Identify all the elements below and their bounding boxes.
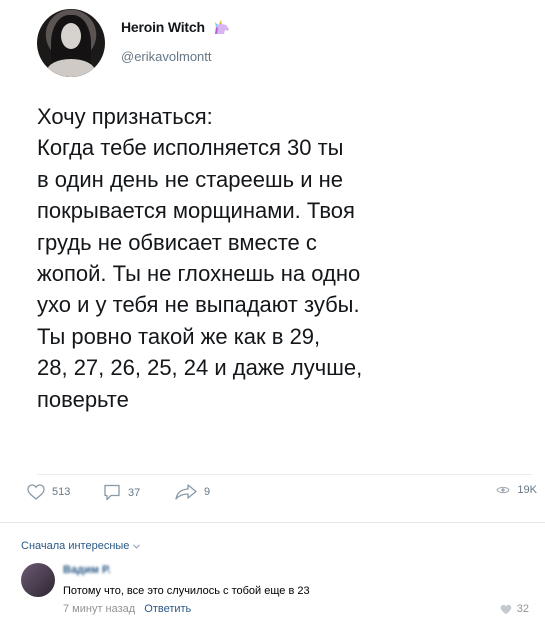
- chevron-down-icon: [133, 543, 141, 549]
- heart-icon: [500, 604, 512, 614]
- views-count: 19K: [517, 484, 537, 496]
- tweet-divider: [37, 474, 532, 475]
- author-handle[interactable]: @erikavolmontt: [121, 49, 212, 64]
- comment-count: 37: [128, 486, 141, 499]
- author-name-text: Heroin Witch: [121, 19, 205, 35]
- tweet-actions: 513 37 9 19K: [27, 484, 537, 510]
- unicorn-icon: [214, 20, 229, 34]
- avatar-shoulder: [47, 59, 95, 77]
- section-divider: [0, 522, 545, 523]
- comments-sort-label: Сначала интересные: [21, 540, 130, 552]
- share-action[interactable]: 9: [175, 484, 210, 500]
- views-counter: 19K: [496, 484, 537, 496]
- comment-action[interactable]: 37: [103, 484, 140, 501]
- comment-time[interactable]: 7 минут назад: [63, 603, 135, 615]
- eye-icon: [496, 486, 511, 494]
- author-name[interactable]: Heroin Witch: [121, 19, 231, 35]
- comments-sort-dropdown[interactable]: Сначала интересные: [21, 540, 141, 552]
- comment-icon: [104, 484, 120, 501]
- comment-reply-link[interactable]: Ответить: [144, 603, 191, 615]
- comment-like-button[interactable]: 32: [500, 603, 529, 615]
- comment-meta: 7 минут назад Ответить: [63, 603, 191, 615]
- avatar-face: [61, 23, 81, 49]
- like-count: 513: [52, 486, 71, 498]
- comment-author[interactable]: Вадим Р.: [63, 564, 111, 576]
- share-count: 9: [204, 486, 211, 498]
- comment-like-count: 32: [516, 603, 529, 615]
- comment-avatar[interactable]: [21, 563, 55, 597]
- like-action[interactable]: 513: [27, 484, 70, 500]
- comment-text: Потому что, все это случилось с тобой ещ…: [63, 585, 310, 597]
- author-avatar[interactable]: [37, 9, 105, 77]
- share-arrow-icon: [175, 484, 197, 500]
- heart-icon: [27, 484, 45, 500]
- tweet-text: Хочу признаться: Когда тебе исполняется …: [37, 104, 363, 412]
